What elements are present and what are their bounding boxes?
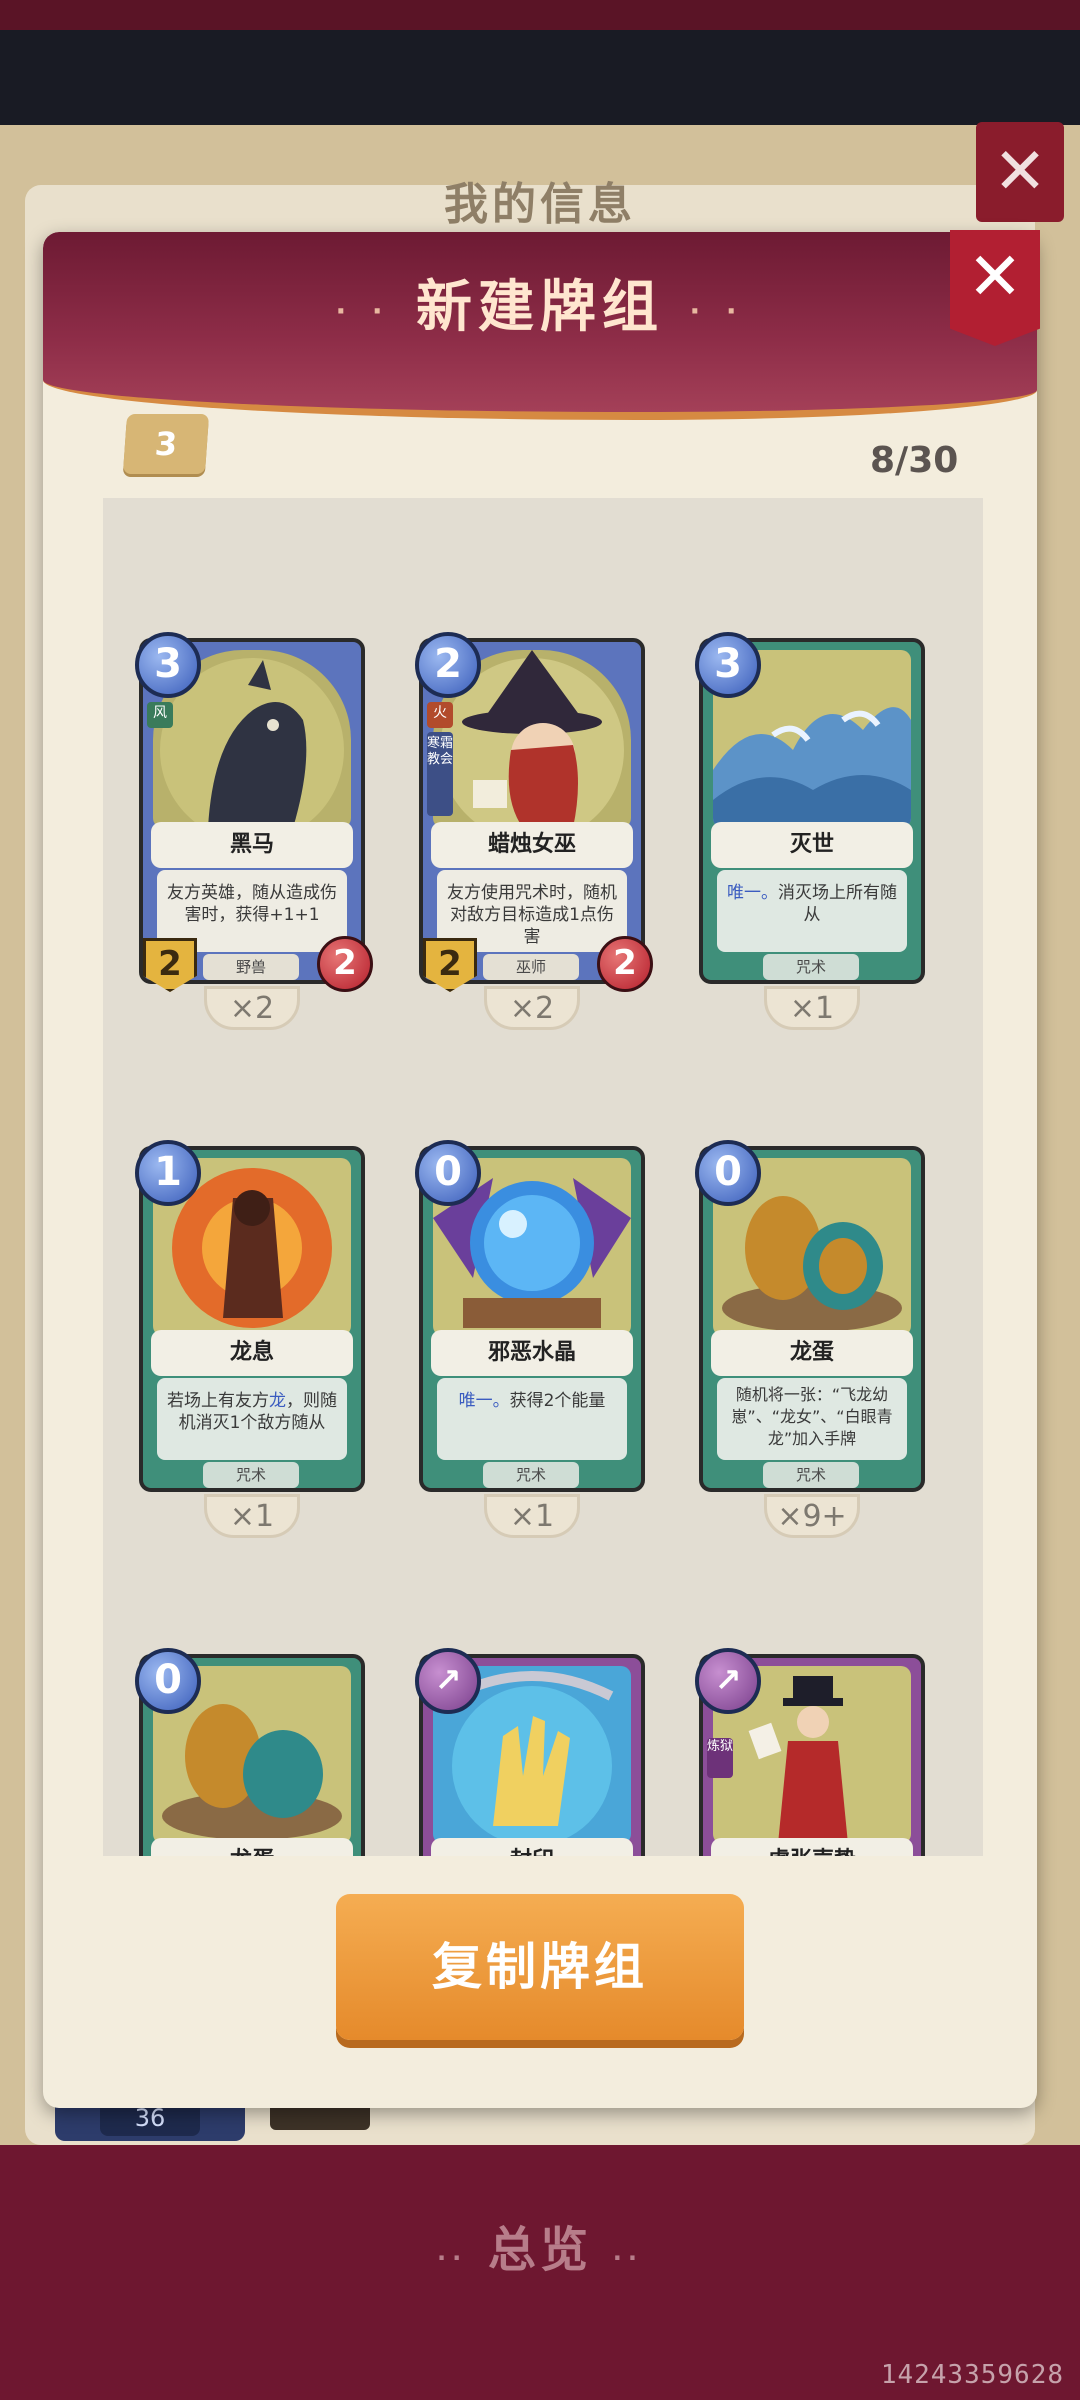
card-name: 灭世	[711, 822, 913, 868]
deck-card-grid[interactable]: 风 黑马 友方英雄，随从造成伤害时，获得+1+1 野兽 3 2 2 ×2 火 寒…	[103, 498, 983, 1856]
card-cost: 0	[695, 1140, 761, 1206]
card-multiplier: ×1	[764, 986, 860, 1030]
card-cost: 0	[135, 1648, 201, 1714]
card-desc-keyword: 唯一。	[458, 1391, 510, 1411]
card-multiplier: ×2	[204, 986, 300, 1030]
card-name: 龙息	[151, 1330, 353, 1376]
dialog-title: 新建牌组	[416, 275, 664, 340]
card-desc-text-pre: 若场上有友方	[167, 1391, 269, 1411]
card-desc-text: 获得2个能量	[509, 1391, 606, 1411]
top-dark-bar	[0, 30, 1080, 130]
deck-cost-badge: 3	[122, 414, 210, 474]
card-cost: 2	[415, 632, 481, 698]
card-type: 野兽	[203, 954, 299, 980]
card-name: 黑马	[151, 822, 353, 868]
card-multiplier: ×1	[204, 1494, 300, 1538]
title-dots-left: · ·	[335, 294, 391, 328]
card-name: 封印	[431, 1838, 633, 1856]
card-tag: 风	[147, 702, 173, 728]
card-name: 龙蛋	[151, 1838, 353, 1856]
card-cost: 1	[135, 1140, 201, 1206]
top-status-bar	[0, 0, 1080, 30]
card-type: 咒术	[763, 954, 859, 980]
card-name: 龙蛋	[711, 1330, 913, 1376]
card-health: 2	[317, 936, 373, 992]
card-multiplier: ×9+	[764, 1494, 860, 1538]
card-desc: 唯一。获得2个能量	[437, 1378, 627, 1460]
overview-tab[interactable]: ·· 总览 ··	[0, 2210, 1080, 2280]
card-faction: 寒霜教会	[427, 732, 453, 816]
dialog-header: · · 新建牌组 · ·	[43, 232, 1037, 420]
title-dots-right: · ·	[689, 294, 745, 328]
card-cost-icon: ↗	[695, 1648, 761, 1714]
copy-deck-button[interactable]: 复制牌组	[336, 1894, 744, 2040]
card-multiplier: ×2	[484, 986, 580, 1030]
card-name: 虚张声势	[711, 1838, 913, 1856]
card-tag: 炼狱	[707, 1738, 733, 1778]
card-type: 咒术	[763, 1462, 859, 1488]
card-health: 2	[597, 936, 653, 992]
card-multiplier: ×1	[484, 1494, 580, 1538]
card-cost: 0	[415, 1140, 481, 1206]
card-cost: 3	[695, 632, 761, 698]
card-desc-text: 消灭场上所有随从	[778, 883, 897, 925]
card-type: 咒术	[483, 1462, 579, 1488]
dialog-title-row: · · 新建牌组 · ·	[43, 262, 1037, 343]
card-tag: 火	[427, 702, 453, 728]
deck-card-count: 8/30	[870, 440, 959, 481]
card-type: 巫师	[483, 954, 579, 980]
card-desc-keyword: 龙	[269, 1391, 286, 1411]
card-name: 邪恶水晶	[431, 1330, 633, 1376]
overview-label: 总览	[487, 2222, 592, 2278]
background-title: 我的信息	[444, 179, 636, 230]
card-type: 咒术	[203, 1462, 299, 1488]
card-desc: 若场上有友方龙，则随机消灭1个敌方随从	[157, 1378, 347, 1460]
card-cost-icon: ↗	[415, 1648, 481, 1714]
card-desc-keyword: 唯一。	[727, 883, 778, 903]
footer-id: 14243359628	[880, 2360, 1064, 2390]
card-name: 蜡烛女巫	[431, 822, 633, 868]
dialog-close-button[interactable]: ✕	[950, 230, 1040, 346]
background-close-button[interactable]: ✕	[976, 122, 1064, 222]
card-cost: 3	[135, 632, 201, 698]
card-desc: 随机将一张：“飞龙幼崽”、“龙女”、“白眼青龙”加入手牌	[717, 1378, 907, 1460]
card-desc: 唯一。消灭场上所有随从	[717, 870, 907, 952]
